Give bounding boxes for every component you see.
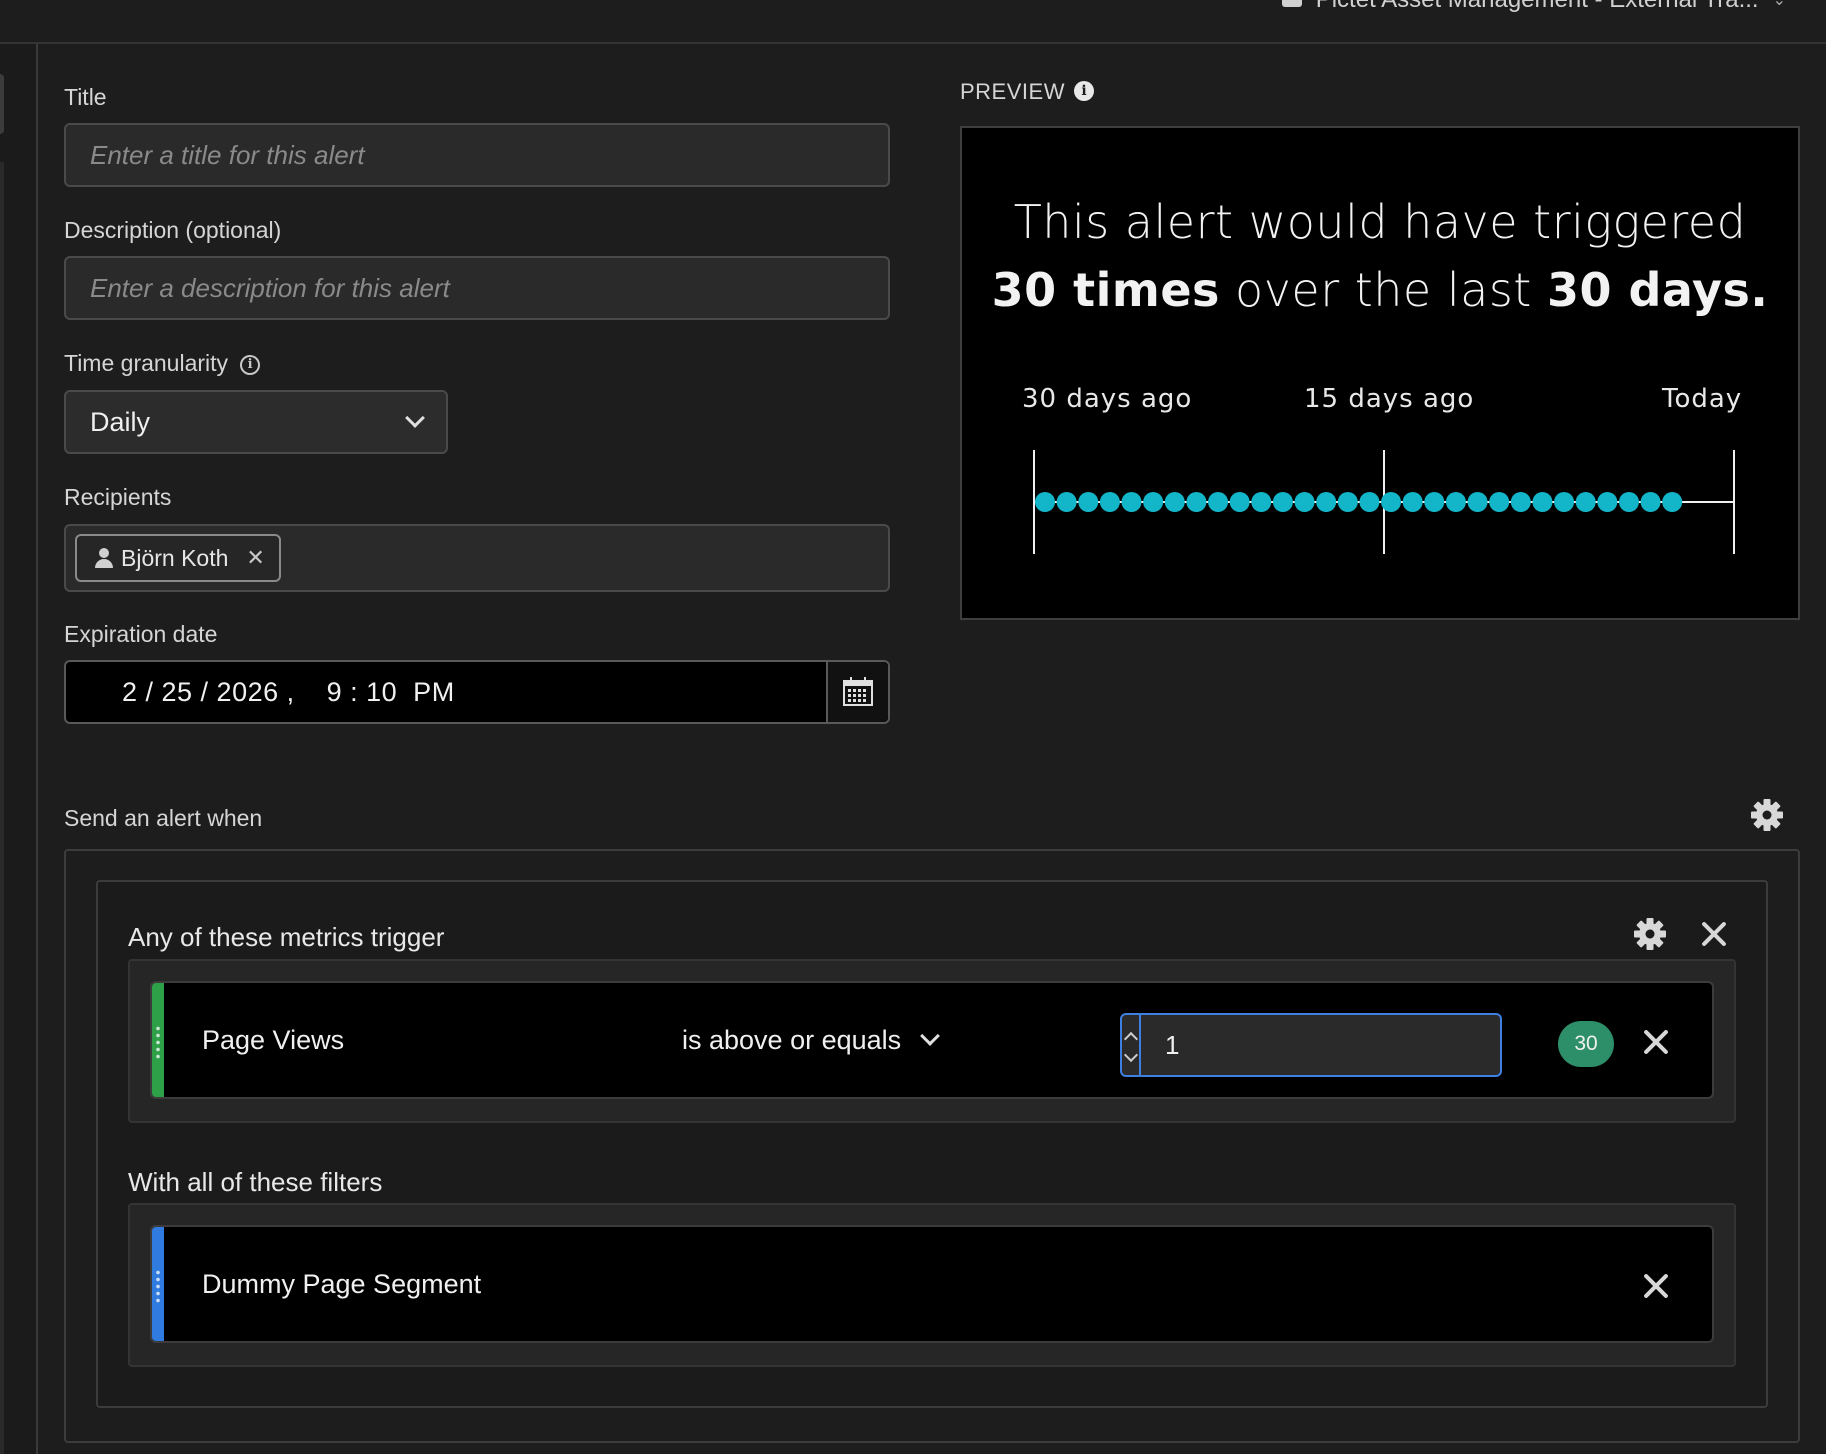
trigger-dot <box>1099 492 1120 512</box>
threshold-stepper[interactable] <box>1120 1013 1502 1077</box>
preview-panel: This alert would have triggered 30 times… <box>960 126 1800 620</box>
trigger-dot <box>1294 492 1315 512</box>
trigger-dot <box>1251 492 1272 512</box>
operator-value: is above or equals <box>682 1024 902 1055</box>
rail-track <box>0 162 4 1454</box>
trigger-dot <box>1445 492 1466 512</box>
filter-name: Dummy Page Segment <box>202 1268 482 1299</box>
metrics-group-label: Any of these metrics trigger <box>128 922 445 952</box>
trigger-dot <box>1640 492 1661 512</box>
trigger-dot <box>1056 492 1077 512</box>
folder-icon <box>1281 0 1302 7</box>
preview-title: PREVIEW <box>960 79 1065 104</box>
top-bar: Pictet Asset Management - External Tra..… <box>0 0 1826 44</box>
info-icon[interactable]: i <box>1074 81 1094 101</box>
trigger-dot <box>1575 492 1596 512</box>
info-icon[interactable]: i <box>240 354 261 375</box>
gear-icon[interactable] <box>1750 798 1784 832</box>
trigger-dot <box>1208 492 1229 512</box>
expiration-label: Expiration date <box>64 621 218 647</box>
stepper-buttons[interactable] <box>1122 1015 1141 1075</box>
trigger-dot <box>1467 492 1488 512</box>
chevron-down-icon <box>405 408 425 428</box>
operator-dropdown[interactable]: is above or equals <box>682 983 941 1097</box>
trigger-dot <box>1402 492 1423 512</box>
project-title: Pictet Asset Management - External Tra..… <box>1316 0 1759 14</box>
drag-handle-icon[interactable] <box>155 1269 161 1303</box>
trigger-count-badge: 30 <box>1558 1021 1614 1067</box>
chevron-down-icon <box>920 1026 941 1046</box>
threshold-input[interactable] <box>1141 1015 1500 1075</box>
trigger-dot <box>1316 492 1337 512</box>
chevron-down-icon: ⌄ <box>1772 0 1786 9</box>
trigger-dot <box>1164 492 1185 512</box>
trigger-dot <box>1597 492 1618 512</box>
granularity-label-text: Time granularity <box>64 350 229 376</box>
project-selector[interactable]: Pictet Asset Management - External Tra..… <box>1281 0 1786 14</box>
recipients-label: Recipients <box>64 484 172 510</box>
expiration-date-input[interactable]: 2 / 25 / 2026 , 9 : 10 PM <box>64 660 890 724</box>
filter-row[interactable]: Dummy Page Segment <box>150 1225 1714 1343</box>
trigger-dot <box>1359 492 1380 512</box>
filters-group-label: With all of these filters <box>128 1167 383 1197</box>
trigger-dot <box>1186 492 1207 512</box>
trigger-timeline <box>1033 450 1735 554</box>
trigger-dot <box>1272 492 1293 512</box>
rail-handle[interactable] <box>0 74 4 134</box>
trigger-dot <box>1489 492 1510 512</box>
trigger-dot <box>1229 492 1250 512</box>
expiration-date-value[interactable]: 2 / 25 / 2026 , 9 : 10 PM <box>66 677 826 708</box>
recipients-field[interactable]: Björn Koth ✕ <box>64 524 890 592</box>
trigger-dot <box>1424 492 1445 512</box>
increment-icon[interactable] <box>1123 1031 1138 1047</box>
trigger-dot <box>1554 492 1575 512</box>
trigger-dot <box>1121 492 1142 512</box>
trigger-dot <box>1618 492 1639 512</box>
close-icon[interactable] <box>1698 918 1730 950</box>
trigger-dot <box>1337 492 1358 512</box>
description-label: Description (optional) <box>64 217 282 243</box>
recipient-chip: Björn Koth ✕ <box>75 534 281 582</box>
metric-row[interactable]: Page Views is above or equals 30 <box>150 981 1714 1099</box>
gear-icon[interactable] <box>1633 917 1667 951</box>
trigger-dot <box>1381 492 1402 512</box>
title-label: Title <box>64 84 107 110</box>
trigger-dot <box>1532 492 1553 512</box>
trigger-dot <box>1662 492 1683 512</box>
drag-handle-icon[interactable] <box>155 1025 161 1059</box>
granularity-select[interactable]: Daily <box>64 390 448 454</box>
remove-metric-icon[interactable] <box>1640 1026 1672 1058</box>
remove-recipient-icon[interactable]: ✕ <box>246 545 264 571</box>
granularity-label: Time granularity i <box>64 350 261 377</box>
metric-name: Page Views <box>202 1024 345 1055</box>
left-rail <box>0 44 38 1454</box>
description-input[interactable]: Enter a description for this alert <box>64 256 890 320</box>
granularity-value: Daily <box>90 406 151 437</box>
recipient-name: Björn Koth <box>121 544 229 571</box>
trigger-dot <box>1035 492 1055 512</box>
remove-filter-icon[interactable] <box>1640 1270 1672 1302</box>
trigger-dot <box>1078 492 1099 512</box>
title-input[interactable]: Enter a title for this alert <box>64 123 890 187</box>
calendar-icon <box>843 677 873 706</box>
trigger-dot <box>1143 492 1164 512</box>
calendar-button[interactable] <box>826 662 888 722</box>
send-alert-label: Send an alert when <box>64 805 263 831</box>
person-icon <box>95 548 113 568</box>
trigger-dot <box>1510 492 1531 512</box>
decrement-icon[interactable] <box>1123 1047 1138 1063</box>
